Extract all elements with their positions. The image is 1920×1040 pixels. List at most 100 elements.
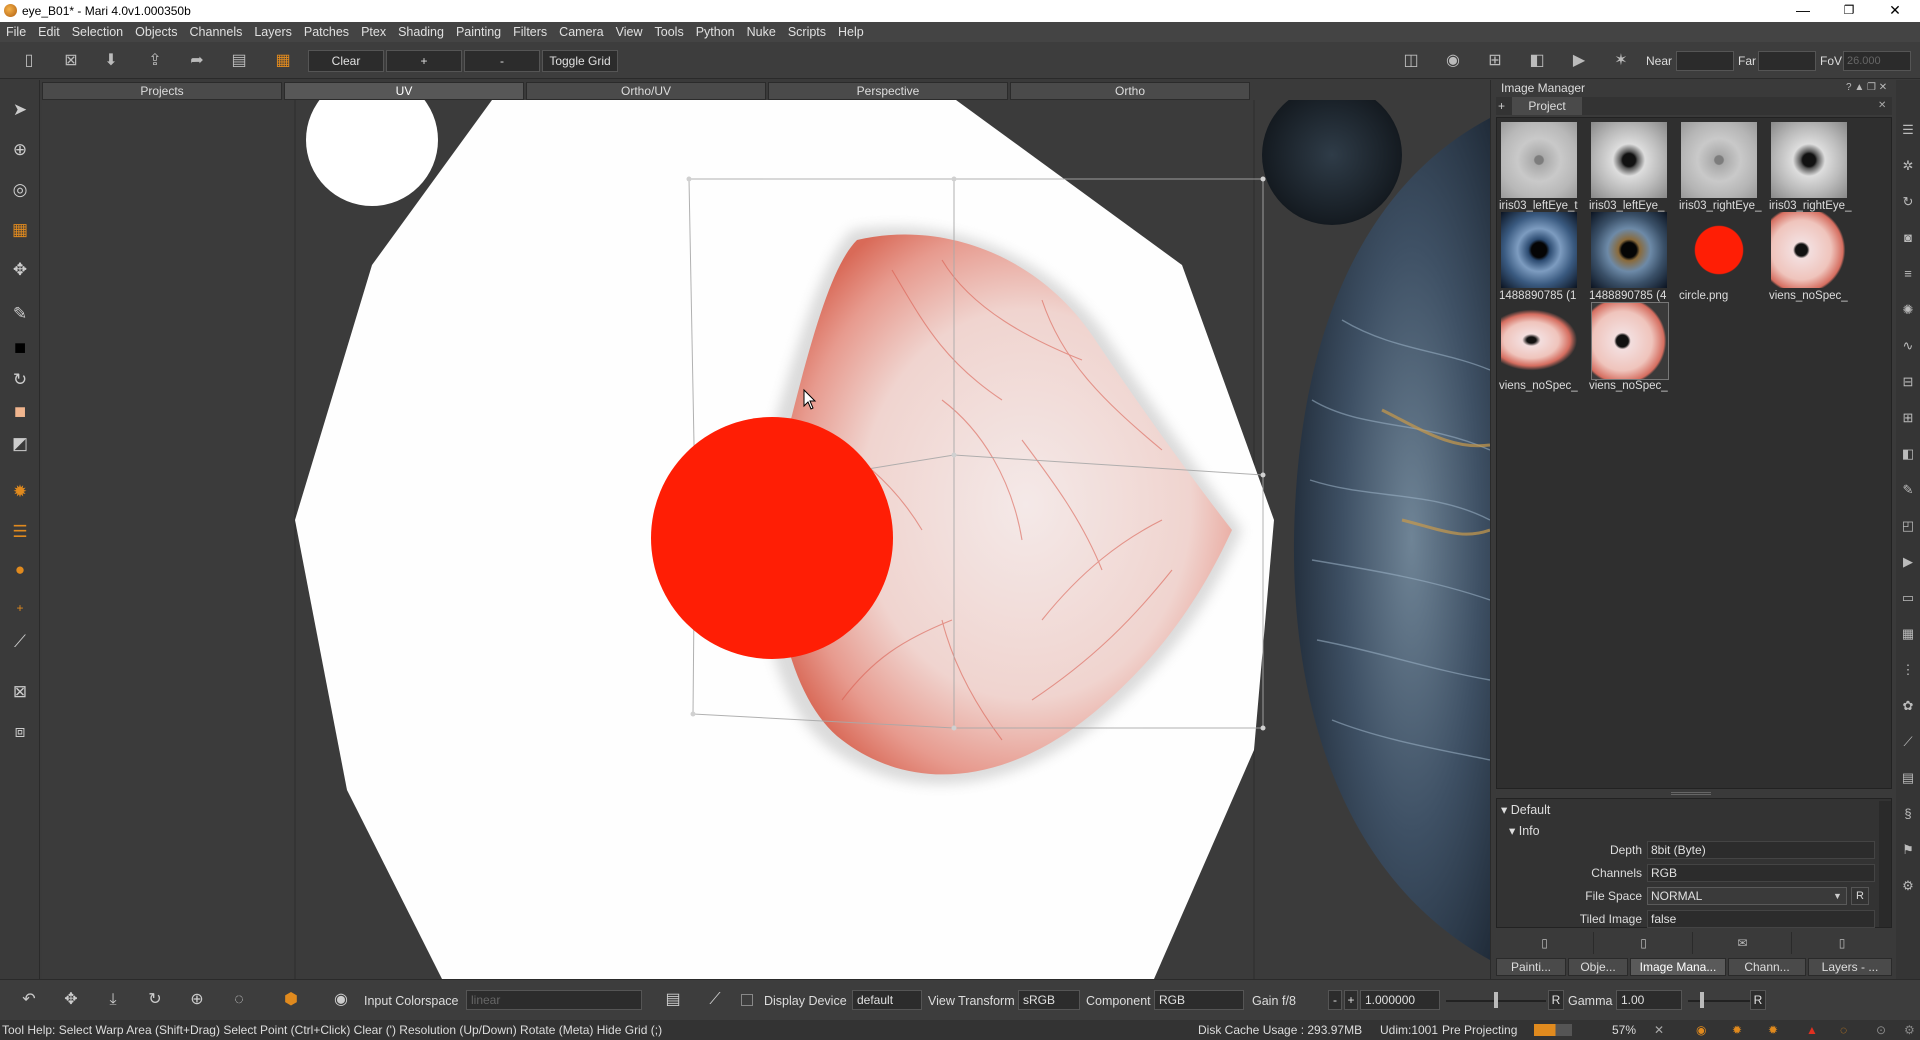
menu-nuke[interactable]: Nuke [741,22,782,42]
view-cube-icon[interactable]: ◫ [1400,50,1422,72]
uv-viewport[interactable] [42,100,1490,979]
hex-mode-icon[interactable]: ⬢ [280,989,302,1011]
lasso-icon[interactable]: ◎ [8,178,32,202]
circle-select-icon[interactable]: ◌ [228,989,250,1011]
minus-button[interactable]: - [464,50,540,72]
shaded-icon[interactable]: ◧ [1526,50,1548,72]
menu-layers[interactable]: Layers [248,22,298,42]
menu-patches[interactable]: Patches [298,22,355,42]
lights-icon[interactable]: ✶ [1610,50,1632,72]
tab-projects[interactable]: Projects [42,82,282,100]
brush-strip-icon[interactable]: ✎ [1900,482,1916,498]
archive-icon[interactable]: ⇪ [144,50,166,72]
menu-help[interactable]: Help [832,22,870,42]
bake-status-icon[interactable]: ◉ [1696,1023,1706,1037]
component-dropdown[interactable]: RGB [1154,990,1244,1010]
save-icon[interactable]: ⬇ [100,50,122,72]
display-device-dropdown[interactable]: default [852,990,922,1010]
bookmark-strip-icon[interactable]: ⚑ [1900,842,1916,858]
warning-icon[interactable]: ▲ [1806,1023,1818,1037]
clipboard-icon[interactable]: ▤ [228,50,250,72]
rotate-icon[interactable]: ↻ [144,989,166,1011]
default-colors-icon[interactable]: ◩ [8,432,32,456]
menu-file[interactable]: File [0,22,32,42]
input-colorspace-dropdown[interactable]: linear [466,990,642,1010]
info-group-header[interactable]: ▾ Info [1509,823,1809,839]
new-file-icon[interactable]: ▯ [18,50,40,72]
thumb-iris03-lefteye-1[interactable] [1501,122,1577,198]
plus-button[interactable]: + [386,50,462,72]
misc-strip-icon[interactable]: ⚙ [1900,878,1916,894]
sync-status-icon[interactable]: ◌ [1840,1023,1847,1037]
scale-icon[interactable]: ⊕ [186,989,208,1011]
file-space-dropdown[interactable]: NORMAL [1647,887,1847,905]
smudge-icon[interactable]: ⟋ [8,630,32,654]
menu-tools[interactable]: Tools [649,22,690,42]
list-strip-icon[interactable]: ≡ [1900,266,1916,282]
close-project-icon[interactable]: ⊠ [60,50,82,72]
panel-window-controls-icon[interactable]: ? ▲ ❐ ✕ [1846,82,1892,94]
fov-field[interactable]: 26.000 [1843,51,1911,71]
undo-icon[interactable]: ↶ [18,989,40,1011]
info-status-icon[interactable]: ⊙ [1876,1023,1886,1037]
lut-icon[interactable]: ▤ [662,989,684,1011]
clear-button[interactable]: Clear [308,50,384,72]
thumb-1488890785-4[interactable] [1591,212,1667,288]
tab-project[interactable]: Project [1512,97,1582,115]
skin-swatch-icon[interactable]: ■ [8,400,32,424]
drop-icon[interactable]: ⤓ [102,989,124,1011]
frame-icon[interactable]: ⊞ [1484,50,1506,72]
restore-button[interactable]: ❐ [1826,0,1872,22]
gain-slider-handle[interactable] [1494,992,1498,1008]
gain-plus-button[interactable]: + [1344,990,1358,1010]
curve-edit-icon[interactable]: ⟋ [704,989,726,1011]
toggle-grid-button[interactable]: Toggle Grid [542,50,618,72]
tab-ortho[interactable]: Ortho [1010,82,1250,100]
reset-r-button[interactable]: R [1851,887,1869,905]
gamma-slider-handle[interactable] [1700,992,1704,1008]
menu-python[interactable]: Python [690,22,741,42]
gain-value-field[interactable]: 1.000000 [1360,990,1440,1010]
menu-edit[interactable]: Edit [32,22,66,42]
display-checkbox[interactable] [741,994,753,1006]
layers-tool-icon[interactable]: ☰ [8,520,32,544]
menu-view[interactable]: View [610,22,649,42]
camera-icon[interactable]: ◉ [1442,50,1464,72]
paint-brush-icon[interactable]: ✹ [8,480,32,504]
far-field[interactable] [1758,51,1816,71]
settings-status-icon[interactable]: ⚙ [1904,1023,1915,1037]
gamma-reset-button[interactable]: R [1750,990,1766,1010]
palette-strip-icon[interactable]: ✿ [1900,698,1916,714]
default-section-header[interactable]: ▾ Default [1501,802,1801,818]
import-image-icon[interactable]: ▯ [1496,932,1594,954]
add-tab-icon[interactable]: + [1498,97,1512,115]
thumb-iris03-lefteye-2[interactable] [1591,122,1667,198]
menu-ptex[interactable]: Ptex [355,22,392,42]
thumb-viens-nospec-2[interactable] [1501,302,1577,378]
cancel-icon[interactable]: ✕ [1654,1023,1664,1037]
curve-strip-icon[interactable]: ∿ [1900,338,1916,354]
nodes-strip-icon[interactable]: ⊞ [1900,410,1916,426]
delete-image-icon[interactable]: ▯ [1793,932,1891,954]
grid-icon[interactable]: ▦ [272,50,294,72]
eyedropper-icon[interactable]: ✎ [8,302,32,326]
tab-painting[interactable]: Painti... [1496,958,1566,976]
snapshot-strip-icon[interactable]: ◰ [1900,518,1916,534]
gamma-value-field[interactable]: 1.00 [1616,990,1682,1010]
tab-perspective[interactable]: Perspective [768,82,1008,100]
viewport-canvas[interactable] [42,100,1490,979]
gain-minus-button[interactable]: - [1328,990,1342,1010]
thumb-viens-nospec-3-selected[interactable] [1591,302,1669,380]
grid-strip-icon[interactable]: ⋮ [1900,662,1916,678]
move-icon[interactable]: ✥ [8,258,32,282]
menu-channels[interactable]: Channels [184,22,249,42]
grid-tool-icon[interactable]: ▦ [8,218,32,242]
thumb-iris03-righteye-1[interactable] [1681,122,1757,198]
gain-reset-button[interactable]: R [1548,990,1564,1010]
select-arrow-icon[interactable]: ➤ [8,98,32,122]
minimize-button[interactable]: — [1780,0,1826,22]
thumb-1488890785-1[interactable] [1501,212,1577,288]
dropdown-arrow-icon[interactable]: ▼ [1833,889,1845,903]
sliders-strip-icon[interactable]: ⊟ [1900,374,1916,390]
script-strip-icon[interactable]: § [1900,806,1916,822]
